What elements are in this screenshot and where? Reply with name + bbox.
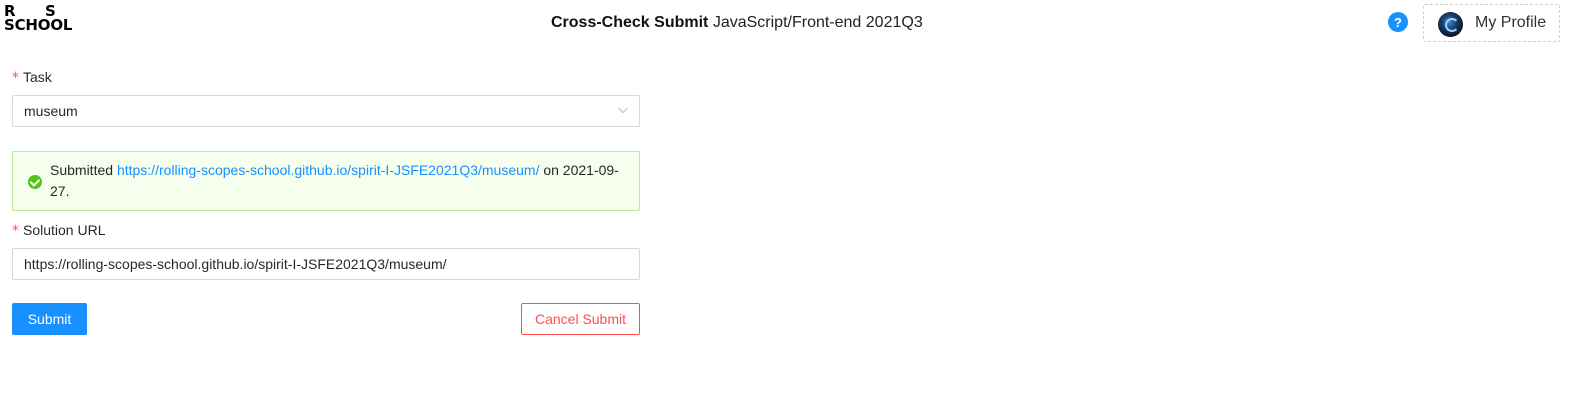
avatar bbox=[1438, 12, 1463, 37]
my-profile-button[interactable]: My Profile bbox=[1423, 4, 1560, 42]
solution-url-value: https://rolling-scopes-school.github.io/… bbox=[24, 256, 447, 272]
task-label: * Task bbox=[12, 69, 52, 86]
app-header: R S SCHOOL Cross-Check Submit JavaScript… bbox=[0, 0, 1596, 46]
required-mark: * bbox=[12, 223, 19, 239]
profile-label: My Profile bbox=[1475, 14, 1547, 31]
page-title-strong: Cross-Check Submit bbox=[551, 14, 709, 31]
page-title-course: JavaScript/Front-end 2021Q3 bbox=[708, 14, 923, 31]
task-select-value: museum bbox=[24, 103, 78, 119]
chevron-down-icon bbox=[618, 107, 628, 114]
submit-button[interactable]: Submit bbox=[12, 303, 87, 335]
task-label-text: Task bbox=[23, 69, 52, 85]
solution-url-label: * Solution URL bbox=[12, 222, 106, 239]
task-select[interactable]: museum bbox=[12, 95, 640, 127]
rs-school-logo[interactable]: R S SCHOOL bbox=[4, 2, 90, 36]
logo-school: SCHOOL bbox=[4, 16, 73, 34]
solution-url-input[interactable]: https://rolling-scopes-school.github.io/… bbox=[12, 248, 640, 280]
cancel-submit-button[interactable]: Cancel Submit bbox=[521, 303, 640, 335]
submission-alert: Submitted https://rolling-scopes-school.… bbox=[12, 151, 640, 211]
submitted-url-link[interactable]: https://rolling-scopes-school.github.io/… bbox=[117, 162, 540, 178]
solution-url-label-text: Solution URL bbox=[23, 222, 106, 238]
check-circle-icon bbox=[28, 175, 42, 189]
page-title: Cross-Check Submit JavaScript/Front-end … bbox=[551, 14, 923, 32]
help-icon[interactable]: ? bbox=[1388, 12, 1408, 32]
required-mark: * bbox=[12, 70, 19, 86]
alert-message: Submitted https://rolling-scopes-school.… bbox=[50, 160, 620, 202]
alert-prefix: Submitted bbox=[50, 162, 117, 178]
